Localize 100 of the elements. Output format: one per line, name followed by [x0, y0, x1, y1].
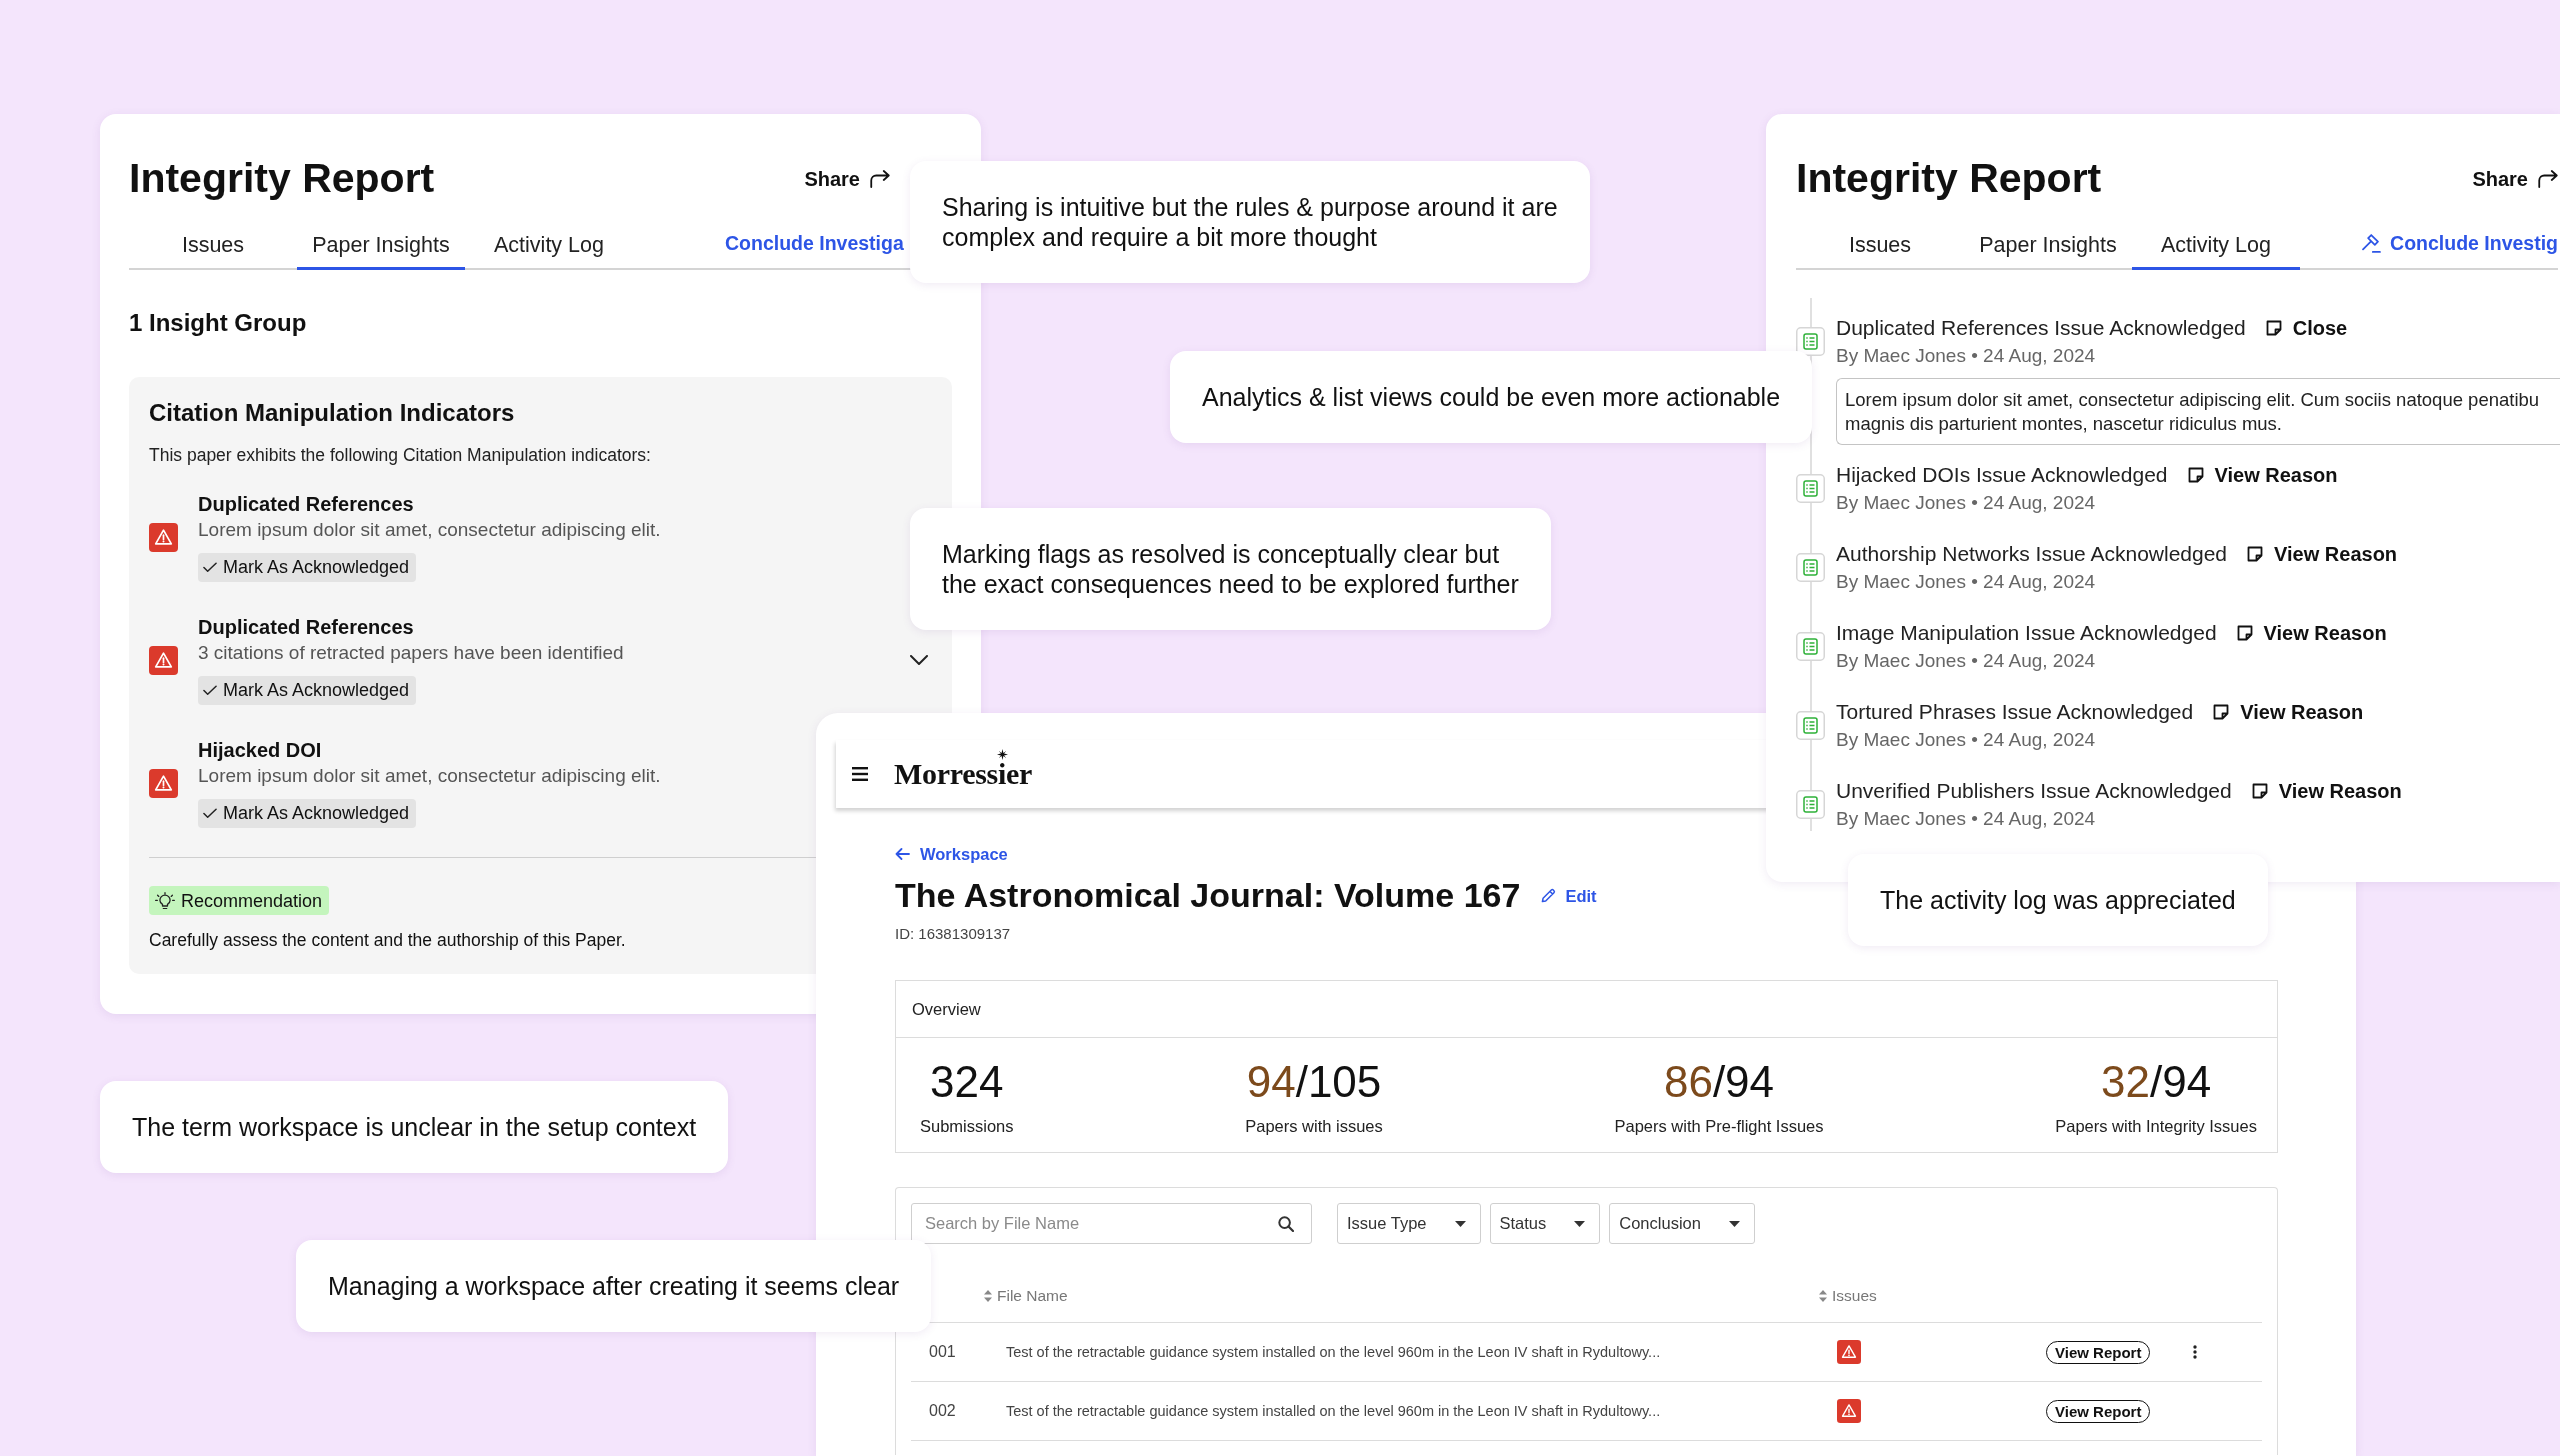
feedback-note: Marking flags as resolved is conceptually clear but the exact consequences need to be explored further	[910, 508, 1551, 630]
caret-down-icon	[1728, 1220, 1740, 1227]
lightbulb-icon	[155, 891, 175, 910]
view-reason-button[interactable]: View Reason	[2236, 620, 2387, 646]
overview-heading: Overview	[896, 981, 2277, 1038]
tab[interactable]: Activity Log	[465, 222, 633, 270]
acknowledge-button[interactable]: Mark As Acknowledged	[198, 676, 417, 705]
indicator-title: Duplicated References	[198, 492, 414, 516]
brand-logo: Morressier	[894, 759, 1033, 789]
tab[interactable]: Activity Log	[2132, 222, 2300, 270]
back-link[interactable]: Workspace	[895, 844, 1008, 864]
report-title: Integrity Report	[1796, 154, 2102, 203]
stat-value: 32/94	[2101, 1058, 2212, 1106]
column-label: File Name	[997, 1286, 1068, 1305]
event-byline: By Maec Jones • 24 Aug, 2024	[1836, 807, 2096, 831]
indicator-description: 3 citations of retracted papers have been identified	[198, 642, 624, 664]
share-icon	[870, 169, 890, 188]
event-byline: By Maec Jones • 24 Aug, 2024	[1836, 649, 2096, 673]
feedback-note: The term workspace is unclear in the setup context	[100, 1081, 729, 1173]
edit-link[interactable]: Edit	[1541, 885, 1597, 906]
file-name: Test of the retractable guidance system installed on the level 960m in the Leon IV shaft in Rydultowy...	[1005, 1403, 1662, 1419]
stat-label: Papers with issues	[1245, 1116, 1383, 1136]
page-title: The Astronomical Journal: Volume 167	[895, 875, 1521, 916]
tab[interactable]: Issues	[129, 222, 297, 270]
acknowledge-button[interactable]: Mark As Acknowledged	[198, 799, 417, 828]
share-icon	[2538, 169, 2558, 188]
feedback-note: Sharing is intuitive but the rules & purpose around it are complex and require a bit more thought	[910, 161, 1590, 283]
filter-dropdown[interactable]: Status	[1489, 1203, 1601, 1244]
close-reason-button[interactable]: Close	[2265, 315, 2348, 341]
filter-dropdown[interactable]: Issue Type	[1337, 1203, 1481, 1244]
file-name: Test of the retractable guidance system installed on the level 960m in the Leon IV shaft in Rydultowy...	[1005, 1344, 1662, 1360]
stat-value: 94/105	[1246, 1058, 1382, 1106]
indicator-title: Duplicated References	[198, 615, 414, 639]
menu-icon[interactable]	[852, 767, 868, 781]
event-title: Duplicated References Issue Acknowledged	[1836, 315, 2246, 341]
note-icon	[2187, 467, 2204, 483]
note-icon	[2236, 625, 2253, 641]
event-title: Image Manipulation Issue Acknowledged	[1836, 620, 2217, 646]
column-header[interactable]: File Name	[984, 1286, 1068, 1305]
caret-down-icon	[1574, 1220, 1586, 1227]
note-icon	[2251, 783, 2268, 799]
indicator-description: Lorem ipsum dolor sit amet, consectetur adipiscing elit.	[198, 519, 661, 541]
event-title: Authorship Networks Issue Acknowledged	[1836, 541, 2228, 567]
page-id: ID: 16381309137	[895, 925, 1011, 943]
acknowledge-button[interactable]: Mark As Acknowledged	[198, 553, 417, 582]
group-intro: This paper exhibits the following Citation Manipulation indicators:	[149, 444, 651, 466]
event-byline: By Maec Jones • 24 Aug, 2024	[1836, 344, 2096, 368]
check-icon	[203, 808, 217, 819]
event-byline: By Maec Jones • 24 Aug, 2024	[1836, 728, 2096, 752]
report-title: Integrity Report	[129, 154, 435, 203]
more-icon[interactable]	[2193, 1345, 2197, 1359]
feedback-note: Analytics & list views could be even more actionable	[1170, 351, 1813, 443]
group-title: Citation Manipulation Indicators	[149, 398, 515, 427]
stat-label: Papers with Pre-flight Issues	[1614, 1116, 1824, 1136]
search-field[interactable]: Search by File Name	[911, 1203, 1312, 1244]
recommendation-label: Recommendation	[181, 889, 323, 912]
chevron-down-icon[interactable]	[910, 655, 928, 665]
share-button[interactable]: Share	[804, 166, 890, 191]
event-title: Tortured Phrases Issue Acknowledged	[1836, 699, 2194, 725]
warning-icon	[149, 768, 178, 798]
note-icon	[2213, 704, 2230, 720]
reason-text: Lorem ipsum dolor sit amet, consectetur adipiscing elit. Cum sociis natoque penatibu magnis dis parturient montes, nascetur ridiculus mus.	[1845, 388, 2540, 436]
tab[interactable]: Issues	[1796, 222, 1964, 270]
note-icon	[2265, 320, 2282, 336]
event-byline: By Maec Jones • 24 Aug, 2024	[1836, 491, 2096, 515]
row-number: 002	[928, 1402, 957, 1420]
note-icon	[2247, 546, 2264, 562]
gavel-icon	[2362, 233, 2382, 253]
check-icon	[203, 562, 217, 573]
stat-label: Papers with Integrity Issues	[2055, 1116, 2257, 1136]
event-title: Hijacked DOIs Issue Acknowledged	[1836, 462, 2168, 488]
stat-value: 86/94	[1663, 1058, 1775, 1106]
caret-down-icon	[1454, 1220, 1466, 1227]
column-label: Issues	[1832, 1286, 1877, 1305]
warning-icon	[149, 522, 178, 552]
event-byline: By Maec Jones • 24 Aug, 2024	[1836, 570, 2096, 594]
event-title: Unverified Publishers Issue Acknowledged	[1836, 778, 2232, 804]
pencil-icon	[1541, 888, 1557, 903]
search-icon	[1278, 1215, 1294, 1232]
view-reason-button[interactable]: View Reason	[2187, 462, 2338, 488]
view-reason-button[interactable]: View Reason	[2213, 699, 2364, 725]
star-icon	[997, 749, 1008, 760]
group-count: 1 Insight Group	[129, 308, 307, 338]
conclude-link[interactable]: Conclude Investiga	[725, 230, 904, 256]
column-header[interactable]: Issues	[1819, 1286, 1877, 1305]
indicator-title: Hijacked DOI	[198, 738, 322, 762]
arrow-left-icon	[895, 848, 910, 860]
share-button[interactable]: Share	[2472, 166, 2558, 191]
row-number: 001	[928, 1343, 957, 1361]
tab[interactable]: Paper Insights	[1964, 222, 2132, 270]
tab[interactable]: Paper Insights	[297, 222, 465, 270]
check-icon	[203, 685, 217, 696]
filter-dropdown[interactable]: Conclusion	[1609, 1203, 1755, 1244]
stat-value: 324	[930, 1058, 1004, 1106]
feedback-note: The activity log was appreciated	[1848, 854, 2268, 946]
view-reason-button[interactable]: View Reason	[2251, 778, 2402, 804]
conclude-link[interactable]: Conclude Investig	[2362, 230, 2558, 256]
view-reason-button[interactable]: View Reason	[2247, 541, 2398, 567]
warning-icon	[149, 645, 178, 675]
recommendation-text: Carefully assess the content and the authorship of this Paper.	[149, 929, 626, 951]
